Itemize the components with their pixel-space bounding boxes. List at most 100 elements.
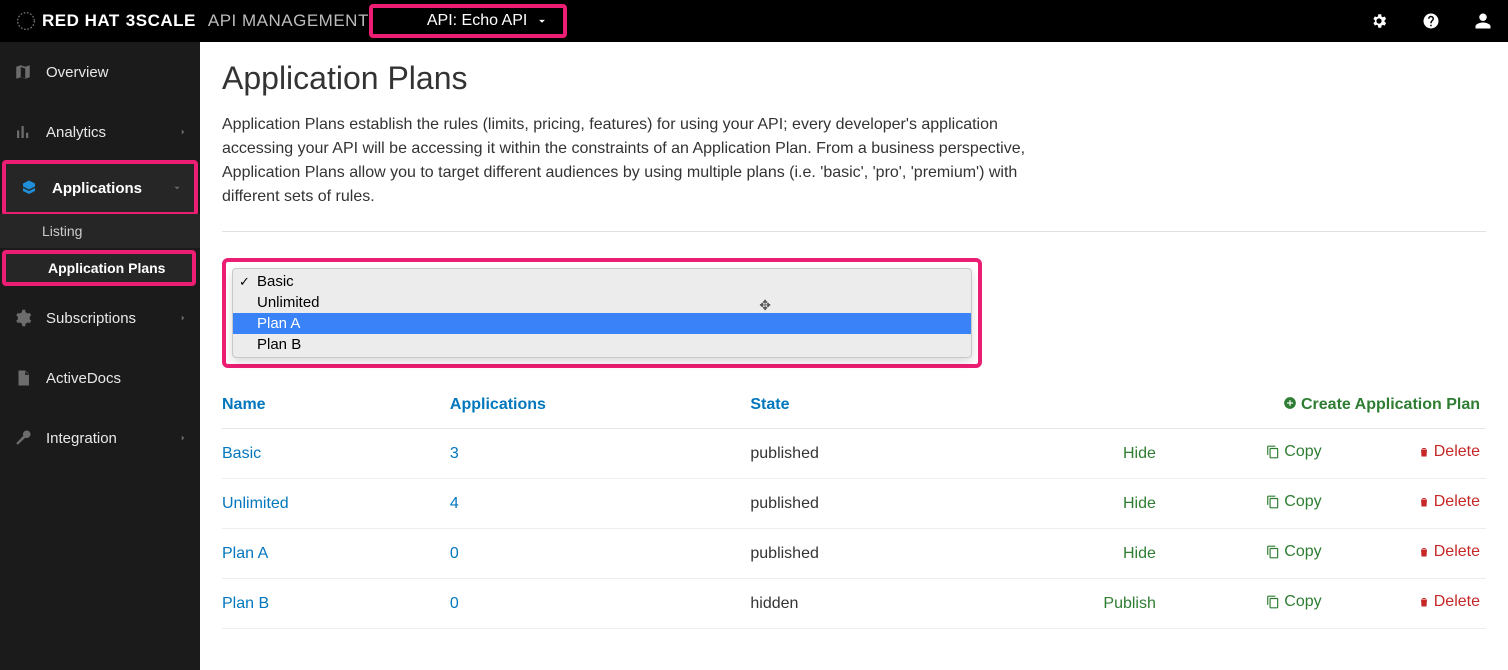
plan-copy-button[interactable]: Copy bbox=[1266, 443, 1321, 461]
main-content: Application Plans Application Plans esta… bbox=[200, 42, 1508, 670]
header-applications[interactable]: Applications bbox=[450, 386, 750, 429]
api-selector-label: API: Echo API bbox=[427, 12, 528, 30]
brand: RED HAT 3SCALE API MANAGEMENT bbox=[16, 11, 369, 31]
copy-icon bbox=[1266, 545, 1280, 559]
select-option-plan-b[interactable]: Plan B bbox=[233, 334, 971, 355]
plan-name-link[interactable]: Plan A bbox=[222, 545, 268, 562]
sidebar-item-overview[interactable]: Overview bbox=[0, 42, 200, 102]
plan-state: published bbox=[750, 529, 1030, 579]
table-row: Plan B 0 hidden Publish Copy Delete bbox=[222, 579, 1486, 629]
plan-apps-link[interactable]: 0 bbox=[450, 545, 459, 562]
divider bbox=[222, 231, 1486, 232]
brand-product: 3SCALE bbox=[126, 11, 196, 31]
sidebar-item-application-plans[interactable]: Application Plans bbox=[6, 254, 192, 282]
plan-state: published bbox=[750, 479, 1030, 529]
file-icon bbox=[14, 369, 32, 387]
table-row: Basic 3 published Hide Copy Delete bbox=[222, 429, 1486, 479]
sidebar-item-label: ActiveDocs bbox=[46, 370, 186, 387]
cubes-icon bbox=[20, 179, 38, 197]
brand-vendor: RED HAT bbox=[42, 11, 120, 31]
bars-icon bbox=[14, 123, 32, 141]
plan-name-link[interactable]: Basic bbox=[222, 445, 261, 462]
trash-icon bbox=[1418, 495, 1430, 509]
sidebar-item-label: Integration bbox=[46, 430, 186, 447]
trash-icon bbox=[1418, 445, 1430, 459]
option-label: Plan B bbox=[257, 336, 301, 353]
copy-icon bbox=[1266, 495, 1280, 509]
plan-name-link[interactable]: Unlimited bbox=[222, 495, 289, 512]
sidebar-item-label: Application Plans bbox=[48, 260, 178, 276]
gears-icon bbox=[14, 309, 32, 327]
header-name[interactable]: Name bbox=[222, 386, 450, 429]
highlight-sidebar-app-plans: Application Plans bbox=[2, 250, 196, 286]
plan-apps-link[interactable]: 0 bbox=[450, 595, 459, 612]
api-selector[interactable]: API: Echo API bbox=[417, 8, 560, 34]
plan-apps-link[interactable]: 3 bbox=[450, 445, 459, 462]
trash-icon bbox=[1418, 545, 1430, 559]
chevron-down-icon bbox=[172, 183, 182, 193]
trash-icon bbox=[1418, 595, 1430, 609]
sidebar-item-integration[interactable]: Integration bbox=[0, 408, 200, 468]
sidebar-item-activedocs[interactable]: ActiveDocs bbox=[0, 348, 200, 408]
topbar: RED HAT 3SCALE API MANAGEMENT API: Echo … bbox=[0, 0, 1508, 42]
option-label: Unlimited bbox=[257, 294, 320, 311]
sidebar-item-subscriptions[interactable]: Subscriptions bbox=[0, 288, 200, 348]
plan-toggle-button[interactable]: Publish bbox=[1103, 595, 1155, 612]
chevron-down-icon bbox=[535, 14, 549, 28]
chevron-right-icon bbox=[178, 313, 188, 323]
option-label: Plan A bbox=[257, 315, 300, 332]
plan-delete-button[interactable]: Delete bbox=[1418, 543, 1480, 561]
copy-icon bbox=[1266, 445, 1280, 459]
table-row: Plan A 0 published Hide Copy Delete bbox=[222, 529, 1486, 579]
create-label: Create Application Plan bbox=[1301, 396, 1480, 413]
chevron-right-icon bbox=[178, 127, 188, 137]
sidebar-item-analytics[interactable]: Analytics bbox=[0, 102, 200, 162]
plan-name-link[interactable]: Plan B bbox=[222, 595, 269, 612]
sidebar-item-applications[interactable]: Applications bbox=[6, 164, 194, 212]
copy-icon bbox=[1266, 595, 1280, 609]
sidebar-item-label: Subscriptions bbox=[46, 310, 186, 327]
default-plan-select[interactable]: ✓ Basic Unlimited Plan A Plan B ✥ bbox=[232, 268, 972, 358]
sidebar-item-label: Analytics bbox=[46, 124, 186, 141]
plus-circle-icon bbox=[1283, 396, 1297, 410]
select-option-unlimited[interactable]: Unlimited bbox=[233, 292, 971, 313]
highlight-api-selector: API: Echo API bbox=[369, 4, 568, 38]
plan-state: published bbox=[750, 429, 1030, 479]
user-icon[interactable] bbox=[1474, 12, 1492, 30]
map-icon bbox=[14, 63, 32, 81]
highlight-sidebar-applications: Applications bbox=[2, 160, 198, 216]
plan-delete-button[interactable]: Delete bbox=[1418, 493, 1480, 511]
page-description: Application Plans establish the rules (l… bbox=[222, 113, 1042, 209]
highlight-default-plan-select: ✓ Basic Unlimited Plan A Plan B ✥ bbox=[222, 258, 982, 368]
page-title: Application Plans bbox=[222, 60, 1486, 97]
header-state[interactable]: State bbox=[750, 386, 1030, 429]
sidebar: Overview Analytics Applications Listing … bbox=[0, 42, 200, 670]
wrench-icon bbox=[14, 429, 32, 447]
select-option-plan-a[interactable]: Plan A bbox=[233, 313, 971, 334]
option-label: Basic bbox=[257, 273, 294, 290]
chevron-right-icon bbox=[178, 433, 188, 443]
plan-delete-button[interactable]: Delete bbox=[1418, 443, 1480, 461]
plan-copy-button[interactable]: Copy bbox=[1266, 543, 1321, 561]
brand-suffix: API MANAGEMENT bbox=[208, 11, 369, 31]
sidebar-item-listing[interactable]: Listing bbox=[0, 214, 200, 248]
table-row: Unlimited 4 published Hide Copy Delete bbox=[222, 479, 1486, 529]
plan-apps-link[interactable]: 4 bbox=[450, 495, 459, 512]
select-option-basic[interactable]: ✓ Basic bbox=[233, 271, 971, 292]
check-icon: ✓ bbox=[239, 274, 250, 290]
create-application-plan-button[interactable]: Create Application Plan bbox=[1030, 386, 1486, 429]
plan-state: hidden bbox=[750, 579, 1030, 629]
plan-toggle-button[interactable]: Hide bbox=[1123, 545, 1156, 562]
plans-table: Name Applications State Create Applicati… bbox=[222, 386, 1486, 629]
gear-icon[interactable] bbox=[1370, 12, 1388, 30]
plan-delete-button[interactable]: Delete bbox=[1418, 593, 1480, 611]
sidebar-item-label: Overview bbox=[46, 64, 186, 81]
sidebar-item-label: Listing bbox=[42, 223, 186, 239]
plan-toggle-button[interactable]: Hide bbox=[1123, 445, 1156, 462]
plan-toggle-button[interactable]: Hide bbox=[1123, 495, 1156, 512]
help-icon[interactable] bbox=[1422, 12, 1440, 30]
topbar-actions bbox=[1370, 0, 1492, 42]
plan-copy-button[interactable]: Copy bbox=[1266, 493, 1321, 511]
sidebar-item-label: Applications bbox=[52, 180, 180, 197]
plan-copy-button[interactable]: Copy bbox=[1266, 593, 1321, 611]
